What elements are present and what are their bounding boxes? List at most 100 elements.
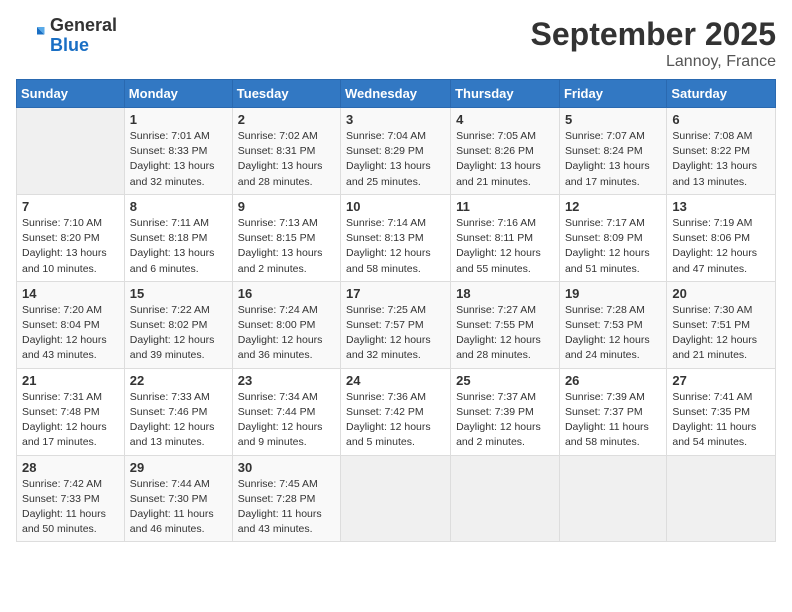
day-info: Sunrise: 7:17 AMSunset: 8:09 PMDaylight:…	[565, 216, 661, 277]
day-number: 20	[672, 286, 770, 301]
day-number: 25	[456, 373, 554, 388]
calendar-cell	[667, 455, 776, 542]
day-info: Sunrise: 7:45 AMSunset: 7:28 PMDaylight:…	[238, 477, 335, 538]
calendar-cell: 19 Sunrise: 7:28 AMSunset: 7:53 PMDayligh…	[559, 281, 666, 368]
logo-blue-text: Blue	[50, 36, 117, 56]
day-info: Sunrise: 7:27 AMSunset: 7:55 PMDaylight:…	[456, 303, 554, 364]
calendar-cell	[17, 108, 125, 195]
day-info: Sunrise: 7:34 AMSunset: 7:44 PMDaylight:…	[238, 390, 335, 451]
calendar-week-row: 1 Sunrise: 7:01 AMSunset: 8:33 PMDaylight…	[17, 108, 776, 195]
calendar-week-row: 7 Sunrise: 7:10 AMSunset: 8:20 PMDaylight…	[17, 194, 776, 281]
day-info: Sunrise: 7:44 AMSunset: 7:30 PMDaylight:…	[130, 477, 227, 538]
calendar-cell: 13 Sunrise: 7:19 AMSunset: 8:06 PMDayligh…	[667, 194, 776, 281]
day-number: 7	[22, 199, 119, 214]
calendar-cell: 21 Sunrise: 7:31 AMSunset: 7:48 PMDayligh…	[17, 368, 125, 455]
day-info: Sunrise: 7:22 AMSunset: 8:02 PMDaylight:…	[130, 303, 227, 364]
day-info: Sunrise: 7:08 AMSunset: 8:22 PMDaylight:…	[672, 129, 770, 190]
calendar-cell: 2 Sunrise: 7:02 AMSunset: 8:31 PMDaylight…	[232, 108, 340, 195]
day-number: 6	[672, 112, 770, 127]
calendar-cell: 6 Sunrise: 7:08 AMSunset: 8:22 PMDaylight…	[667, 108, 776, 195]
day-number: 24	[346, 373, 445, 388]
calendar-cell: 17 Sunrise: 7:25 AMSunset: 7:57 PMDayligh…	[341, 281, 451, 368]
calendar-cell: 1 Sunrise: 7:01 AMSunset: 8:33 PMDaylight…	[124, 108, 232, 195]
page-header: General Blue September 2025 Lannoy, Fran…	[16, 16, 776, 71]
calendar-cell: 26 Sunrise: 7:39 AMSunset: 7:37 PMDayligh…	[559, 368, 666, 455]
logo-text: General Blue	[50, 16, 117, 56]
logo-general-text: General	[50, 16, 117, 36]
day-info: Sunrise: 7:11 AMSunset: 8:18 PMDaylight:…	[130, 216, 227, 277]
calendar-cell: 3 Sunrise: 7:04 AMSunset: 8:29 PMDaylight…	[341, 108, 451, 195]
day-number: 12	[565, 199, 661, 214]
day-info: Sunrise: 7:16 AMSunset: 8:11 PMDaylight:…	[456, 216, 554, 277]
day-info: Sunrise: 7:10 AMSunset: 8:20 PMDaylight:…	[22, 216, 119, 277]
day-info: Sunrise: 7:28 AMSunset: 7:53 PMDaylight:…	[565, 303, 661, 364]
day-number: 26	[565, 373, 661, 388]
day-number: 18	[456, 286, 554, 301]
calendar-cell: 7 Sunrise: 7:10 AMSunset: 8:20 PMDaylight…	[17, 194, 125, 281]
day-number: 3	[346, 112, 445, 127]
day-number: 17	[346, 286, 445, 301]
calendar-cell: 5 Sunrise: 7:07 AMSunset: 8:24 PMDaylight…	[559, 108, 666, 195]
day-number: 30	[238, 460, 335, 475]
calendar-cell: 23 Sunrise: 7:34 AMSunset: 7:44 PMDayligh…	[232, 368, 340, 455]
day-number: 21	[22, 373, 119, 388]
day-number: 27	[672, 373, 770, 388]
calendar-cell: 14 Sunrise: 7:20 AMSunset: 8:04 PMDayligh…	[17, 281, 125, 368]
day-info: Sunrise: 7:33 AMSunset: 7:46 PMDaylight:…	[130, 390, 227, 451]
calendar-cell: 4 Sunrise: 7:05 AMSunset: 8:26 PMDaylight…	[451, 108, 560, 195]
calendar-cell: 8 Sunrise: 7:11 AMSunset: 8:18 PMDaylight…	[124, 194, 232, 281]
day-info: Sunrise: 7:24 AMSunset: 8:00 PMDaylight:…	[238, 303, 335, 364]
calendar-cell	[559, 455, 666, 542]
day-number: 5	[565, 112, 661, 127]
day-info: Sunrise: 7:25 AMSunset: 7:57 PMDaylight:…	[346, 303, 445, 364]
calendar-cell: 27Sunrise: 7:41 AMSunset: 7:35 PMDayligh…	[667, 368, 776, 455]
calendar-cell: 25Sunrise: 7:37 AMSunset: 7:39 PMDayligh…	[451, 368, 560, 455]
day-info: Sunrise: 7:04 AMSunset: 8:29 PMDaylight:…	[346, 129, 445, 190]
day-info: Sunrise: 7:31 AMSunset: 7:48 PMDaylight:…	[22, 390, 119, 451]
title-block: September 2025 Lannoy, France	[531, 16, 776, 71]
day-number: 19	[565, 286, 661, 301]
day-number: 22	[130, 373, 227, 388]
header-day-monday: Monday	[124, 80, 232, 108]
day-info: Sunrise: 7:01 AMSunset: 8:33 PMDaylight:…	[130, 129, 227, 190]
day-number: 11	[456, 199, 554, 214]
day-number: 4	[456, 112, 554, 127]
logo-icon	[16, 21, 46, 51]
calendar-header-row: SundayMondayTuesdayWednesdayThursdayFrid…	[17, 80, 776, 108]
day-number: 2	[238, 112, 335, 127]
day-info: Sunrise: 7:07 AMSunset: 8:24 PMDaylight:…	[565, 129, 661, 190]
calendar-cell: 20 Sunrise: 7:30 AMSunset: 7:51 PMDayligh…	[667, 281, 776, 368]
calendar-subtitle: Lannoy, France	[531, 53, 776, 71]
day-info: Sunrise: 7:05 AMSunset: 8:26 PMDaylight:…	[456, 129, 554, 190]
day-info: Sunrise: 7:02 AMSunset: 8:31 PMDaylight:…	[238, 129, 335, 190]
logo: General Blue	[16, 16, 117, 56]
day-number: 16	[238, 286, 335, 301]
calendar-table: SundayMondayTuesdayWednesdayThursdayFrid…	[16, 79, 776, 542]
calendar-cell: 22 Sunrise: 7:33 AMSunset: 7:46 PMDayligh…	[124, 368, 232, 455]
calendar-cell: 9Sunrise: 7:13 AMSunset: 8:15 PMDaylight…	[232, 194, 340, 281]
day-number: 23	[238, 373, 335, 388]
header-day-saturday: Saturday	[667, 80, 776, 108]
day-info: Sunrise: 7:20 AMSunset: 8:04 PMDaylight:…	[22, 303, 119, 364]
day-info: Sunrise: 7:14 AMSunset: 8:13 PMDaylight:…	[346, 216, 445, 277]
day-number: 8	[130, 199, 227, 214]
day-number: 13	[672, 199, 770, 214]
header-day-thursday: Thursday	[451, 80, 560, 108]
day-info: Sunrise: 7:30 AMSunset: 7:51 PMDaylight:…	[672, 303, 770, 364]
day-number: 14	[22, 286, 119, 301]
calendar-cell: 18 Sunrise: 7:27 AMSunset: 7:55 PMDayligh…	[451, 281, 560, 368]
calendar-cell: 30 Sunrise: 7:45 AMSunset: 7:28 PMDayligh…	[232, 455, 340, 542]
calendar-cell: 15Sunrise: 7:22 AMSunset: 8:02 PMDayligh…	[124, 281, 232, 368]
day-info: Sunrise: 7:42 AMSunset: 7:33 PMDaylight:…	[22, 477, 119, 538]
calendar-cell: 11 Sunrise: 7:16 AMSunset: 8:11 PMDayligh…	[451, 194, 560, 281]
day-info: Sunrise: 7:19 AMSunset: 8:06 PMDaylight:…	[672, 216, 770, 277]
day-info: Sunrise: 7:36 AMSunset: 7:42 PMDaylight:…	[346, 390, 445, 451]
calendar-cell: 12 Sunrise: 7:17 AMSunset: 8:09 PMDayligh…	[559, 194, 666, 281]
calendar-cell	[451, 455, 560, 542]
day-number: 9	[238, 199, 335, 214]
calendar-week-row: 21 Sunrise: 7:31 AMSunset: 7:48 PMDayligh…	[17, 368, 776, 455]
calendar-cell: 29 Sunrise: 7:44 AMSunset: 7:30 PMDayligh…	[124, 455, 232, 542]
day-number: 29	[130, 460, 227, 475]
day-info: Sunrise: 7:39 AMSunset: 7:37 PMDaylight:…	[565, 390, 661, 451]
day-number: 1	[130, 112, 227, 127]
